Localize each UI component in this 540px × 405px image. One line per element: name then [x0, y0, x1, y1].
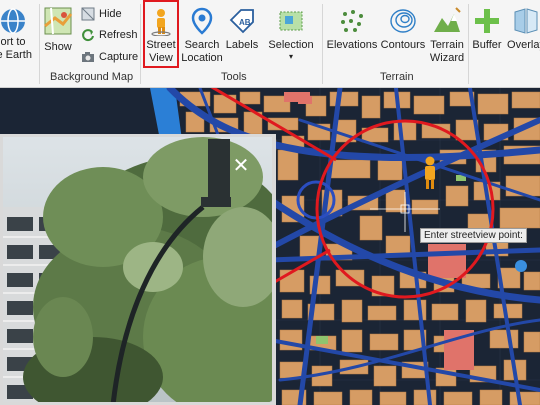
terrain-wizard-label-line2: Wizard	[429, 52, 465, 64]
overlay-label: Overlay	[507, 39, 540, 51]
elevation-points-icon	[341, 10, 363, 32]
refresh-button[interactable]: Refresh	[81, 28, 138, 42]
terrain-wizard-label-line1: Terrain	[430, 39, 464, 51]
capture-button[interactable]: Capture	[81, 50, 138, 64]
capture-label: Capture	[99, 51, 139, 63]
search-label-line1: Search	[184, 39, 220, 51]
separator	[39, 4, 40, 84]
svg-text:AB: AB	[239, 18, 251, 27]
overlay-icon	[514, 8, 538, 34]
street-view-highlight-box	[143, 0, 179, 68]
close-icon[interactable]: ✕	[231, 155, 251, 175]
show-background-map-button[interactable]: Show	[43, 6, 73, 54]
contours-label: Contours	[380, 39, 426, 51]
show-label: Show	[44, 41, 72, 53]
labels-label: Labels	[225, 39, 259, 51]
buffer-button[interactable]: Buffer	[470, 6, 504, 52]
terrain-wizard-button[interactable]: Terrain Wizard	[428, 6, 466, 65]
separator	[322, 4, 323, 84]
street-view-photo	[3, 137, 272, 402]
location-pin-icon	[191, 7, 213, 35]
label-tag-icon: AB	[229, 9, 254, 34]
camera-icon	[82, 52, 94, 62]
elevations-label: Elevations	[326, 39, 378, 51]
hide-label: Hide	[99, 8, 122, 20]
map-icon	[44, 7, 73, 35]
separator	[140, 4, 141, 84]
selection-label: Selection	[268, 39, 314, 51]
ribbon-toolbar: ort to le Earth Show Hide Refresh	[0, 0, 540, 88]
search-location-button[interactable]: Search Location	[181, 6, 223, 65]
background-map-group-label: Background Map	[50, 71, 134, 83]
buffer-label: Buffer	[472, 39, 502, 51]
globe-icon	[1, 8, 25, 34]
export-label-line2: le Earth	[0, 49, 32, 61]
selection-grid-icon	[279, 11, 303, 31]
hide-button[interactable]: Hide	[81, 7, 122, 21]
terrain-wizard-icon	[434, 7, 461, 32]
elevations-button[interactable]: Elevations	[326, 6, 378, 52]
selection-button[interactable]: Selection ▾	[266, 6, 316, 61]
streetview-point-tooltip: Enter streetview point:	[420, 228, 527, 243]
tools-group-label: Tools	[221, 71, 247, 83]
buffer-plus-icon	[475, 9, 499, 33]
labels-button[interactable]: AB Labels	[225, 6, 259, 52]
export-google-earth-button[interactable]: ort to le Earth	[0, 6, 38, 62]
refresh-label: Refresh	[99, 29, 138, 41]
hide-map-icon	[81, 7, 95, 21]
terrain-group-label: Terrain	[380, 71, 414, 83]
selection-dropdown-arrow[interactable]: ▾	[289, 52, 293, 61]
separator	[468, 4, 469, 84]
overlay-button[interactable]: Overlay	[504, 6, 540, 52]
refresh-icon	[82, 29, 94, 42]
contours-button[interactable]: Contours	[380, 6, 426, 52]
export-label-line1: ort to	[0, 36, 26, 48]
contour-lines-icon	[390, 9, 416, 33]
search-label-line2: Location	[181, 52, 223, 64]
